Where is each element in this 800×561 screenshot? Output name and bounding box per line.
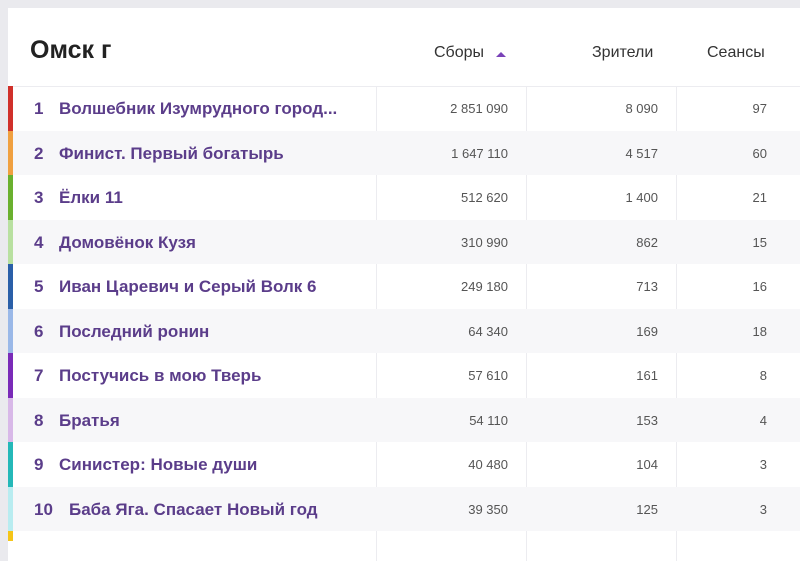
cell-seansy: 3 bbox=[759, 457, 767, 472]
row-rank: 4 bbox=[34, 232, 44, 252]
city-title: Омск г bbox=[30, 36, 112, 64]
movie-title-link[interactable]: Баба Яга. Спасает Новый год bbox=[69, 500, 318, 520]
row-color-stripe bbox=[8, 130, 13, 175]
table-row[interactable]: 8 Братья 54 110 153 4 bbox=[8, 397, 800, 442]
cell-sbory: 1 647 110 bbox=[451, 145, 508, 161]
cell-sbory: 57 610 bbox=[468, 368, 508, 383]
cell-sbory: 249 180 bbox=[461, 279, 508, 294]
row-color-stripe bbox=[8, 308, 13, 353]
row-color-stripe bbox=[8, 397, 13, 442]
cell-zriteli: 4 517 bbox=[625, 145, 658, 161]
row-rank: 5 bbox=[34, 277, 44, 296]
cell-zriteli: 713 bbox=[636, 279, 658, 294]
cell-seansy: 60 bbox=[752, 145, 767, 161]
table-row[interactable]: 1 Волшебник Изумрудного город... 2 851 090… bbox=[8, 86, 800, 131]
table-row[interactable]: 6 Последний ронин 64 340 169 18 bbox=[8, 308, 800, 353]
cell-seansy: 97 bbox=[752, 101, 767, 116]
cell-zriteli: 104 bbox=[636, 457, 658, 472]
next-row-color-stripe bbox=[8, 531, 13, 541]
column-header-zriteli[interactable]: Зрители bbox=[592, 44, 653, 62]
cell-zriteli: 125 bbox=[636, 501, 658, 517]
table-header: Омск г Сборы Зрители Сеансы bbox=[8, 8, 800, 87]
table-row[interactable]: 3 Ёлки 11 512 620 1 400 21 bbox=[8, 175, 800, 220]
movie-title-link[interactable]: Братья bbox=[59, 411, 120, 431]
movie-title-link[interactable]: Волшебник Изумрудного город... bbox=[59, 99, 337, 119]
row-rank: 10 bbox=[34, 499, 53, 519]
cell-sbory: 39 350 bbox=[468, 501, 508, 517]
row-color-stripe bbox=[8, 353, 13, 398]
sort-ascending-icon[interactable] bbox=[496, 52, 506, 57]
movie-title-link[interactable]: Домовёнок Кузя bbox=[59, 233, 196, 253]
row-rank: 8 bbox=[34, 410, 44, 430]
cell-zriteli: 161 bbox=[636, 368, 658, 383]
cell-zriteli: 153 bbox=[636, 412, 658, 428]
cell-sbory: 54 110 bbox=[469, 412, 508, 428]
cell-seansy: 4 bbox=[759, 412, 767, 428]
cell-zriteli: 169 bbox=[636, 323, 658, 339]
table-row[interactable]: 10 Баба Яга. Спасает Новый год 39 350 125 3 bbox=[8, 486, 800, 531]
cell-sbory: 512 620 bbox=[461, 190, 508, 205]
cell-seansy: 15 bbox=[752, 234, 767, 250]
row-color-stripe bbox=[8, 175, 13, 220]
row-rank: 2 bbox=[34, 143, 44, 163]
cell-sbory: 40 480 bbox=[468, 457, 508, 472]
movie-title-link[interactable]: Ёлки 11 bbox=[59, 188, 123, 208]
box-office-card: Омск г Сборы Зрители Сеансы 1 Волшебник И… bbox=[8, 8, 800, 561]
row-rank: 3 bbox=[34, 188, 44, 207]
movie-title-link[interactable]: Постучись в мою Тверь bbox=[59, 366, 261, 386]
movie-title-link[interactable]: Иван Царевич и Серый Волк 6 bbox=[59, 277, 316, 297]
row-rank: 9 bbox=[34, 455, 44, 474]
table-row[interactable]: 4 Домовёнок Кузя 310 990 862 15 bbox=[8, 219, 800, 264]
cell-sbory: 2 851 090 bbox=[450, 101, 508, 116]
movie-title-link[interactable]: Финист. Первый богатырь bbox=[59, 144, 284, 164]
row-color-stripe bbox=[8, 486, 13, 531]
table-row[interactable]: 5 Иван Царевич и Серый Волк 6 249 180 713 16 bbox=[8, 264, 800, 309]
table-row[interactable]: 2 Финист. Первый богатырь 1 647 110 4 517 60 bbox=[8, 130, 800, 175]
cell-zriteli: 8 090 bbox=[625, 101, 658, 116]
row-color-stripe bbox=[8, 264, 13, 309]
row-color-stripe bbox=[8, 442, 13, 487]
row-rank: 6 bbox=[34, 321, 44, 341]
movie-table-body: 1 Волшебник Изумрудного город... 2 851 090… bbox=[8, 86, 800, 531]
row-color-stripe bbox=[8, 219, 13, 264]
cell-sbory: 64 340 bbox=[468, 323, 508, 339]
row-rank: 7 bbox=[34, 366, 44, 385]
cell-seansy: 21 bbox=[752, 190, 767, 205]
row-color-stripe bbox=[8, 86, 13, 131]
column-header-seansy[interactable]: Сеансы bbox=[707, 44, 765, 62]
cell-sbory: 310 990 bbox=[461, 234, 508, 250]
row-rank: 1 bbox=[34, 99, 44, 118]
table-row[interactable]: 9 Синистер: Новые души 40 480 104 3 bbox=[8, 442, 800, 487]
cell-zriteli: 1 400 bbox=[625, 190, 658, 205]
cell-seansy: 3 bbox=[759, 501, 767, 517]
movie-title-link[interactable]: Последний ронин bbox=[59, 322, 209, 342]
column-header-sbory[interactable]: Сборы bbox=[434, 44, 484, 62]
cell-seansy: 16 bbox=[752, 279, 767, 294]
cell-zriteli: 862 bbox=[636, 234, 658, 250]
table-row[interactable]: 7 Постучись в мою Тверь 57 610 161 8 bbox=[8, 353, 800, 398]
cell-seansy: 8 bbox=[759, 368, 767, 383]
cell-seansy: 18 bbox=[752, 323, 767, 339]
movie-title-link[interactable]: Синистер: Новые души bbox=[59, 455, 257, 475]
